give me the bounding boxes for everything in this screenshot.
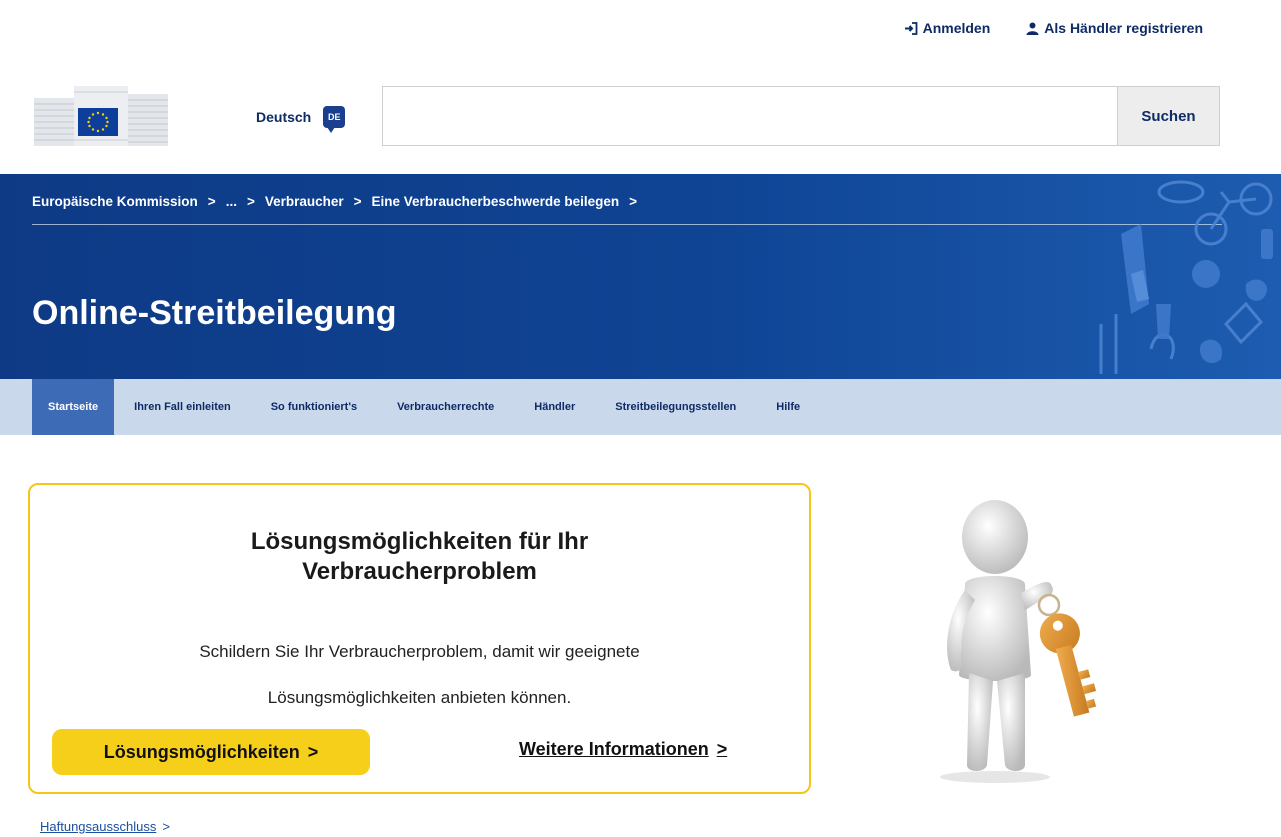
search-button[interactable]: Suchen [1117,87,1219,145]
breadcrumb-item-consumers[interactable]: Verbraucher [265,194,344,209]
top-links: Anmelden Als Händler registrieren [904,20,1203,36]
more-information-label: Weitere Informationen [519,739,709,759]
language-label: Deutsch [256,109,312,125]
breadcrumb-separator: > [353,194,362,209]
search-input[interactable] [383,87,1117,145]
breadcrumb-separator: > [246,194,255,209]
solutions-card: Lösungsmöglichkeiten für Ihr Verbraucher… [28,483,811,794]
nav-item-verbraucherrechte[interactable]: Verbraucherrechte [377,379,514,435]
login-link[interactable]: Anmelden [904,20,991,36]
nav-item-hilfe[interactable]: Hilfe [756,379,820,435]
breadcrumb-separator: > [629,194,638,209]
sign-in-icon [904,21,917,35]
card-title: Lösungsmöglichkeiten für Ihr Verbraucher… [250,528,589,585]
solutions-button-label: Lösungsmöglichkeiten [103,741,300,762]
login-label: Anmelden [922,20,991,36]
breadcrumb-separator: > [207,194,216,209]
solutions-button[interactable]: Lösungsmöglichkeiten > [52,729,370,775]
breadcrumb: Europäische Kommission > ... > Verbrauch… [32,194,637,209]
nav-item-startseite[interactable]: Startseite [32,379,115,435]
chevron-right-icon: > [716,739,728,759]
language-badge-icon: DE [323,106,346,133]
nav-item-fall-einleiten[interactable]: Ihren Fall einleiten [114,379,251,435]
figure-with-key-illustration [940,500,1097,783]
european-commission-logo[interactable] [30,80,172,150]
breadcrumb-item-commission[interactable]: Europäische Kommission [32,194,198,209]
page-banner: Europäische Kommission > ... > Verbrauch… [0,174,1281,379]
main-navigation: Startseite Ihren Fall einleiten So funkt… [0,379,1281,435]
nav-item-streitbeilegungsstellen[interactable]: Streitbeilegungsstellen [595,379,756,435]
register-label: Als Händler registrieren [1044,20,1203,36]
more-information-link[interactable]: Weitere Informationen > [519,739,727,760]
search-bar: Suchen [382,86,1220,146]
language-selector[interactable]: Deutsch DE [256,106,346,133]
user-icon [1026,22,1039,35]
register-merchant-link[interactable]: Als Händler registrieren [1026,20,1203,36]
nav-item-haendler[interactable]: Händler [514,379,595,435]
breadcrumb-item-complaint[interactable]: Eine Verbraucherbeschwerde beilegen [372,194,620,209]
breadcrumb-item-ellipsis[interactable]: ... [226,194,237,209]
disclaimer-link[interactable]: Haftungsausschluss > [40,819,170,834]
chevron-right-icon: > [162,819,170,834]
nav-item-so-funktionierts[interactable]: So funktioniert's [251,379,377,435]
disclaimer-label: Haftungsausschluss [40,819,157,834]
card-description: Schildern Sie Ihr Verbraucherproblem, da… [199,642,640,707]
chevron-right-icon: > [307,741,319,762]
banner-divider [32,224,1222,225]
consumer-goods-illustration [1099,180,1273,374]
page-title: Online-Streitbeilegung [32,294,397,332]
